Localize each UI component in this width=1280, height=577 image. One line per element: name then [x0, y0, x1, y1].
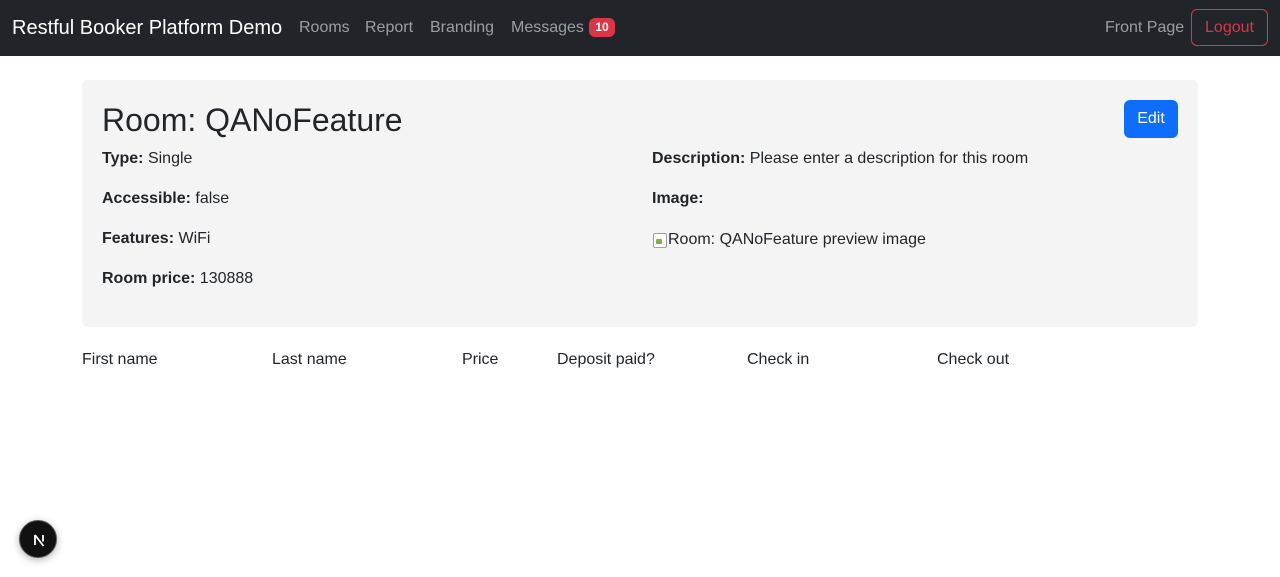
room-price-label: Room price: — [102, 270, 196, 287]
nav-link-messages[interactable]: Messages 10 — [511, 18, 615, 38]
room-price-field: Room price: 130888 — [102, 269, 253, 289]
room-preview-image-alt: Room: QANoFeature preview image — [668, 231, 926, 248]
nav-link-branding[interactable]: Branding — [430, 18, 494, 38]
room-description-label: Description: — [652, 150, 746, 167]
nextjs-logo-icon — [34, 534, 45, 547]
room-description-field: Description: Please enter a description … — [652, 149, 1028, 169]
room-accessible-label: Accessible: — [102, 190, 191, 207]
messages-count-badge: 10 — [589, 18, 615, 37]
room-image-field: Image: — [652, 189, 704, 209]
nav-link-front-page[interactable]: Front Page — [1105, 18, 1184, 38]
room-preview-image: Room: QANoFeature preview image — [652, 230, 926, 250]
room-type-label: Type: — [102, 150, 144, 167]
room-features-value: WiFi — [178, 230, 211, 247]
broken-image-icon — [652, 232, 668, 248]
room-price-value: 130888 — [199, 270, 254, 287]
room-details-card: Room: QANoFeature Edit Type: Single Acce… — [82, 80, 1198, 327]
logout-button[interactable]: Logout — [1191, 9, 1268, 46]
navbar-brand[interactable]: Restful Booker Platform Demo — [12, 15, 282, 41]
column-header-check-out: Check out — [937, 351, 1010, 368]
top-navbar: Restful Booker Platform Demo Rooms Repor… — [0, 0, 1280, 56]
room-description-value: Please enter a description for this room — [749, 150, 1029, 167]
column-header-last-name: Last name — [272, 351, 347, 368]
column-header-check-in: Check in — [747, 351, 810, 368]
nav-link-messages-label: Messages — [511, 19, 584, 36]
room-features-label: Features: — [102, 230, 175, 247]
room-title: Room: QANoFeature — [102, 102, 403, 138]
column-header-deposit-paid: Deposit paid? — [557, 351, 655, 368]
room-image-label: Image: — [652, 190, 704, 207]
room-type-field: Type: Single — [102, 149, 192, 169]
room-type-value: Single — [147, 150, 193, 167]
column-header-first-name: First name — [82, 351, 158, 368]
room-accessible-value: false — [195, 190, 230, 207]
nextjs-dev-indicator-button[interactable] — [19, 520, 57, 558]
room-accessible-field: Accessible: false — [102, 189, 229, 209]
nav-link-report[interactable]: Report — [365, 18, 413, 38]
edit-room-button[interactable]: Edit — [1124, 100, 1178, 138]
column-header-price: Price — [462, 351, 499, 368]
nav-link-rooms[interactable]: Rooms — [299, 18, 350, 38]
room-features-field: Features: WiFi — [102, 229, 210, 249]
